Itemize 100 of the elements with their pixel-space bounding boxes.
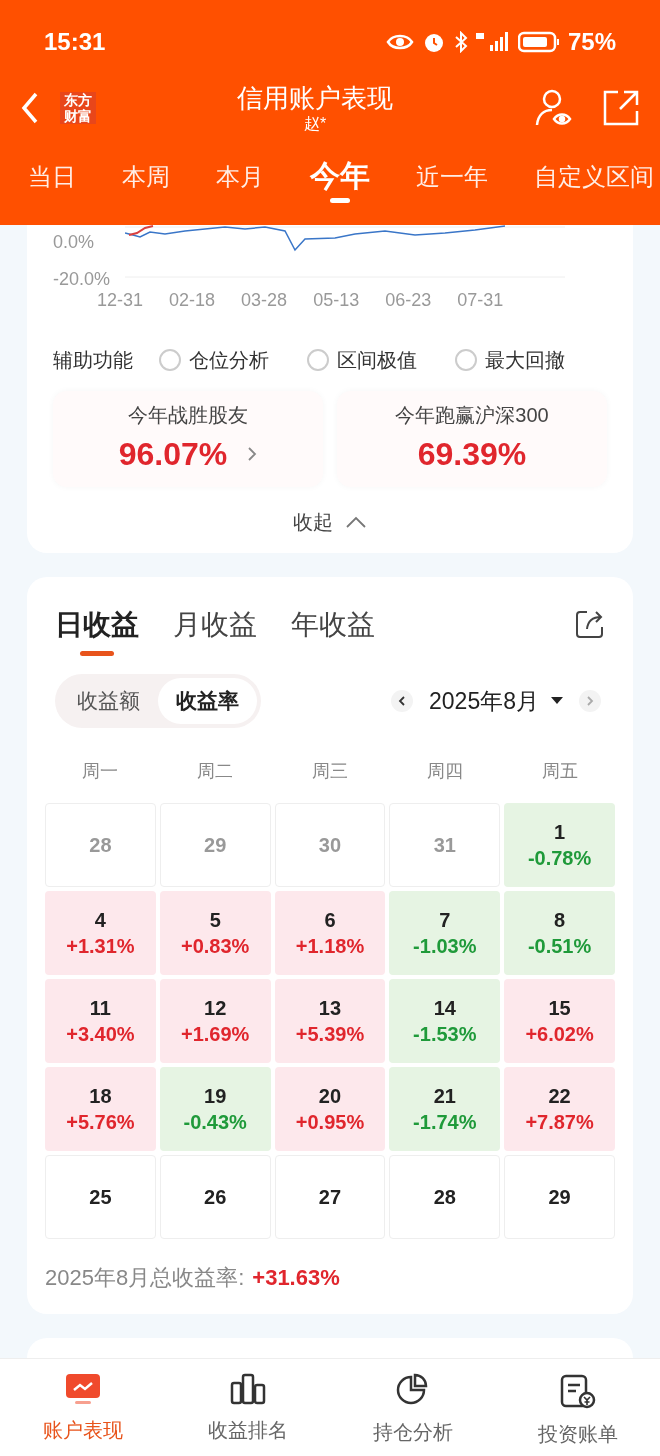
calendar-day[interactable]: 14 -1.53%: [389, 979, 501, 1063]
aux-label: 辅助功能: [53, 348, 133, 373]
x-axis-label: 02-18: [169, 289, 216, 312]
calendar-day[interactable]: 8 -0.51%: [504, 891, 615, 975]
calendar-day[interactable]: 12 +1.69%: [159, 979, 271, 1063]
weekday-label: 周五: [540, 760, 579, 783]
day-number: 29: [548, 1185, 571, 1210]
day-number: 14: [433, 996, 456, 1021]
day-number: 29: [204, 833, 227, 858]
analysis-radio[interactable]: 仓位分析: [159, 345, 269, 375]
calendar-day[interactable]: 20 +0.95%: [274, 1067, 386, 1151]
day-number: 22: [548, 1084, 571, 1109]
daily-return: +0.83%: [181, 934, 250, 959]
nav-tab[interactable]: 投资账单: [495, 1359, 660, 1456]
stat-value: 69.39%: [417, 435, 527, 474]
day-number: 28: [89, 833, 112, 858]
mode-option[interactable]: 收益率: [158, 678, 257, 724]
weekday-label: 周三: [311, 760, 349, 783]
stat-label: 今年战胜股友: [128, 403, 248, 428]
calendar-day[interactable]: 5 +0.83%: [159, 891, 271, 975]
status-time: 15:31: [44, 26, 106, 57]
pie-chart-icon: [395, 1373, 430, 1407]
chevron-up-icon: [345, 516, 367, 528]
calendar-day[interactable]: 7 -1.03%: [389, 891, 501, 975]
calendar-day[interactable]: 27: [274, 1155, 386, 1239]
daily-return: +7.87%: [525, 1110, 594, 1135]
stat-label: 今年跑赢沪深300: [395, 403, 549, 428]
day-number: 6: [324, 908, 336, 933]
y-axis-label: 0.0%: [53, 231, 96, 254]
day-number: 31: [433, 833, 456, 858]
day-number: 26: [204, 1185, 227, 1210]
daily-return: +3.40%: [66, 1022, 135, 1047]
day-number: 12: [204, 996, 227, 1021]
analysis-radio[interactable]: 最大回撤: [455, 345, 565, 375]
daily-return: +0.95%: [295, 1110, 365, 1135]
chevron-right-icon[interactable]: [247, 446, 258, 462]
chart-monitor-icon: [64, 1373, 101, 1405]
day-number: 27: [318, 1185, 342, 1210]
calendar-day[interactable]: 21 -1.74%: [389, 1067, 501, 1151]
analysis-radio[interactable]: 区间极值: [307, 345, 417, 375]
app-logo: 东方财富: [60, 91, 96, 124]
daily-return: +1.31%: [66, 934, 135, 959]
mode-option[interactable]: 收益额: [59, 678, 158, 724]
daily-return: -0.43%: [183, 1110, 247, 1135]
daily-return: +5.39%: [295, 1022, 365, 1047]
next-month-button[interactable]: [579, 690, 601, 712]
stat-value: 96.07%: [118, 435, 228, 474]
profit-tab[interactable]: 月收益: [173, 605, 257, 656]
battery-percent: 75%: [567, 26, 616, 57]
calendar-day[interactable]: 28: [389, 1155, 501, 1239]
day-number: 15: [548, 996, 571, 1021]
day-number: 4: [94, 908, 106, 933]
daily-return: -0.78%: [527, 846, 592, 871]
page-title: 信用账户表现: [237, 81, 393, 114]
calendar-day[interactable]: 13 +5.39%: [274, 979, 386, 1063]
signal-icon: [475, 30, 510, 53]
collapse-button[interactable]: 收起: [293, 507, 367, 537]
x-axis-label: 06-23: [385, 289, 432, 312]
nav-tab[interactable]: 账户表现: [0, 1359, 165, 1456]
profit-tab[interactable]: 日收益: [55, 605, 139, 656]
day-number: 19: [204, 1084, 227, 1109]
chevron-left-icon: [398, 695, 407, 707]
daily-return: +5.76%: [66, 1110, 135, 1135]
bluetooth-icon: [453, 30, 468, 53]
day-number: 18: [89, 1084, 112, 1109]
stat-card[interactable]: 今年战胜股友 96.07%: [53, 391, 323, 487]
account-name: 赵*: [303, 113, 327, 134]
month-selector[interactable]: 2025年8月: [429, 683, 563, 719]
calendar-day[interactable]: 1 -0.78%: [504, 803, 615, 887]
bar-chart-icon: [229, 1373, 266, 1405]
calendar-day[interactable]: 6 +1.18%: [274, 891, 386, 975]
calendar-day[interactable]: 4 +1.31%: [45, 891, 156, 975]
day-number: 21: [433, 1084, 456, 1109]
daily-return: -1.03%: [413, 934, 477, 959]
bill-icon: [559, 1373, 596, 1409]
day-number: 28: [433, 1185, 456, 1210]
prev-month-button[interactable]: [391, 690, 414, 712]
battery-icon: [517, 30, 560, 53]
calendar-day[interactable]: 26: [159, 1155, 271, 1239]
nav-tab[interactable]: 收益排名: [165, 1359, 330, 1456]
back-icon[interactable]: [20, 90, 40, 125]
nav-tab[interactable]: 持仓分析: [330, 1359, 495, 1456]
user-eye-icon[interactable]: [534, 87, 574, 128]
daily-return: -0.51%: [527, 934, 592, 959]
day-number: 11: [89, 996, 111, 1021]
calendar-day[interactable]: 18 +5.76%: [45, 1067, 156, 1151]
day-number: 20: [318, 1084, 342, 1109]
calendar-day[interactable]: 15 +6.02%: [504, 979, 615, 1063]
share-icon[interactable]: [575, 609, 605, 639]
y-axis-label: -20.0%: [53, 268, 112, 291]
profit-tab[interactable]: 年收益: [291, 605, 375, 656]
calendar-day[interactable]: 25: [45, 1155, 156, 1239]
calendar-day[interactable]: 22 +7.87%: [504, 1067, 615, 1151]
calendar-day[interactable]: 29: [504, 1155, 615, 1239]
calendar-day[interactable]: 19 -0.43%: [159, 1067, 271, 1151]
calendar-day[interactable]: 11 +3.40%: [45, 979, 156, 1063]
day-number: 13: [318, 996, 342, 1021]
day-number: 8: [554, 908, 566, 933]
day-number: 30: [318, 833, 342, 858]
daily-return: -1.74%: [413, 1110, 477, 1135]
